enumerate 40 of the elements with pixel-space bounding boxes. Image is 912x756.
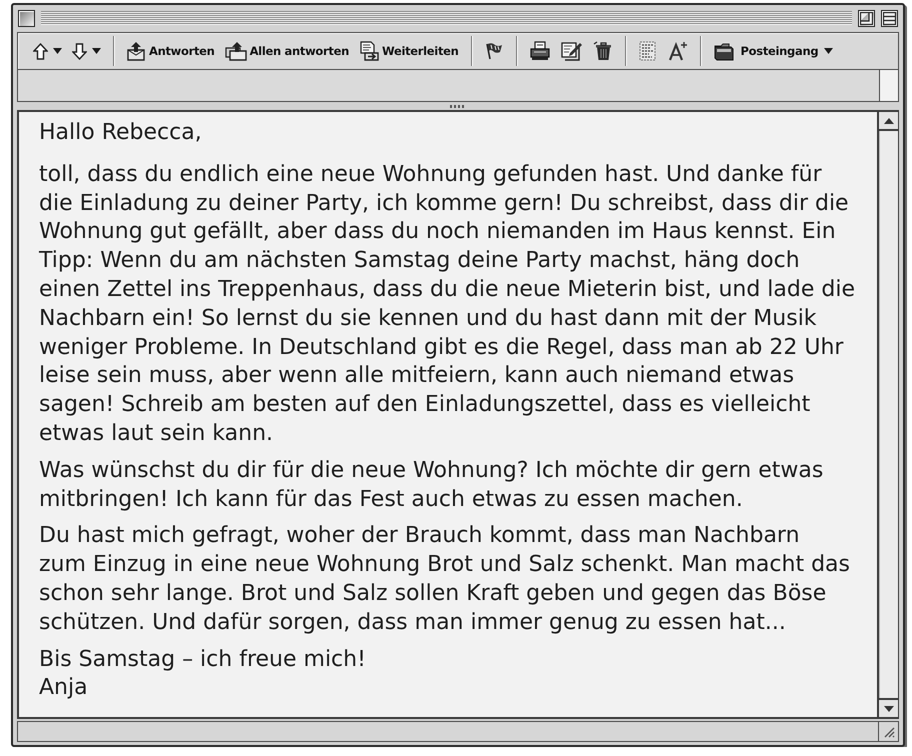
header-scrollbar[interactable]: [879, 70, 898, 101]
title-bar[interactable]: [41, 11, 852, 25]
printer-icon: [528, 41, 551, 61]
previous-button[interactable]: [30, 40, 65, 62]
next-button[interactable]: [69, 40, 104, 62]
folder-icon: [712, 41, 735, 61]
list-icon: [638, 41, 658, 61]
scroll-down-button[interactable]: [879, 698, 898, 717]
flag-icon: [484, 42, 504, 60]
document-arrow-icon: [358, 41, 379, 61]
scrollbar[interactable]: [877, 112, 898, 717]
zoom-box[interactable]: [858, 10, 875, 26]
reply-button[interactable]: Antworten: [123, 39, 218, 63]
reply-all-button[interactable]: Allen antworten: [222, 39, 352, 63]
splitter-handle[interactable]: [450, 104, 466, 108]
up-triangle-icon: [884, 118, 894, 124]
trash-icon: [592, 41, 613, 61]
zoom-icon: [860, 12, 873, 24]
down-arrow-icon: [72, 42, 87, 60]
page-pencil-icon: [560, 41, 583, 61]
caret-icon: [53, 48, 62, 54]
caret-icon: [92, 48, 101, 54]
greeting: Hallo Rebecca,: [39, 119, 203, 147]
up-arrow-icon: [33, 42, 48, 60]
sign-off: Bis Samstag – ich freue mich! Anja: [39, 646, 367, 702]
collapse-icon: [883, 12, 896, 24]
close-box[interactable]: [18, 10, 35, 26]
forward-button[interactable]: Weiterleiten: [356, 39, 462, 63]
mailbox-menu[interactable]: Posteingang: [710, 39, 836, 63]
paragraph: toll, dass du endlich eine neue Wohnung gefunden hast. Und danke für die Einladung zu deiner Party, ich komme gern! Du schreibst, dass dir die Wohnung gut gefällt, aber dass du noch niemanden im Haus kennst. Ein Tipp: Wenn du am nächsten Samstag deine Party machst, häng doch einen Zettel ins Treppenhaus, dass du die neue Mieterin bist, und lade die Nachbarn ein! So lernst du sie kennen und du hast dann mit der Musik weniger Probleme. In Deutschland gibt es die Regel, dass man ab 22 Uhr leise sein muss, aber wenn alle mitfeiern, kann auch niemand etwas sagen! Schreib am besten auf den Einladungszettel, dass es vielleicht etwas laut sein kann.: [39, 160, 856, 448]
envelopes-arrow-icon: [224, 41, 247, 61]
down-triangle-icon: [884, 706, 894, 712]
resize-grip-icon[interactable]: [882, 725, 895, 738]
collapse-box[interactable]: [881, 10, 898, 26]
paragraph: Du hast mich gefragt, woher der Brauch kommt, dass man Nachbarn zum Einzug in eine neue Wohnung Brot und Salz schenkt. Man macht das schon sehr lange. Brot und Salz sollen Kraft geben und gegen das Böse schützen. Und dafür sorgen, dass man immer genug zu essen hat...: [39, 522, 851, 637]
scroll-up-button[interactable]: [879, 112, 898, 131]
envelope-arrow-icon: [126, 41, 146, 61]
font-icon: [668, 41, 688, 61]
paragraph: Was wünschst du dir für die neue Wohnung? Ich möchte dir gern etwas mitbringen! Ich kann für das Fest auch etwas zu essen machen.: [39, 456, 824, 514]
caret-icon: [824, 48, 834, 54]
